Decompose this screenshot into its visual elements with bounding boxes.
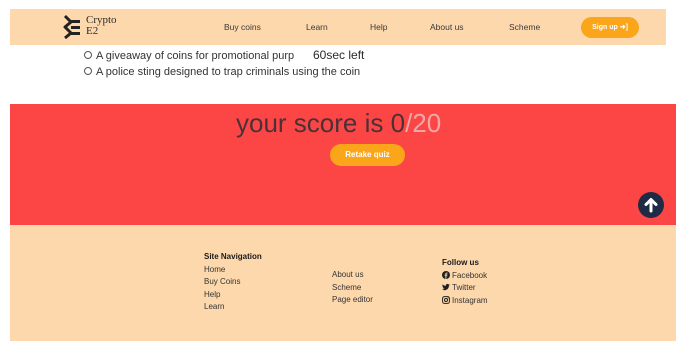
score-value: 0 (390, 108, 406, 138)
score-prefix: your score is (236, 108, 391, 138)
facebook-label: Facebook (452, 270, 488, 280)
twitter-icon (442, 283, 450, 291)
footer-link-facebook[interactable]: Facebook (442, 270, 488, 283)
footer-site-navigation: Site Navigation Home Buy Coins Help Lear… (204, 251, 262, 314)
top-navbar: Crypto E2 Buy coins Learn Help About us … (10, 9, 666, 45)
arrow-up-icon (644, 198, 658, 213)
score-heading: your score is 0/20 (236, 108, 441, 138)
footer-link-help[interactable]: Help (204, 289, 262, 302)
back-to-top-button[interactable] (638, 192, 664, 218)
quiz-option-label: A police sting designed to trap criminal… (96, 66, 361, 78)
page: Crypto E2 Buy coins Learn Help About us … (0, 0, 676, 341)
retake-quiz-button[interactable]: Retake quiz (330, 144, 405, 166)
score-total: /20 (405, 108, 442, 138)
nav-about-us[interactable]: About us (430, 22, 464, 32)
quiz-option[interactable]: A police sting designed to trap criminal… (84, 64, 360, 80)
facebook-icon (442, 270, 450, 279)
footer: Site Navigation Home Buy Coins Help Lear… (10, 225, 676, 341)
footer-site-navigation-title: Site Navigation (204, 252, 262, 261)
logo-line-2: E2 (86, 25, 99, 37)
quiz-option-label: A giveaway of coins for promotional purp (96, 50, 295, 62)
footer-link-about-us[interactable]: About us (332, 269, 373, 282)
nav-buy-coins[interactable]: Buy coins (224, 22, 261, 32)
footer-link-learn[interactable]: Learn (204, 301, 262, 314)
countdown-timer: 60sec left (312, 48, 365, 62)
footer-link-scheme[interactable]: Scheme (332, 282, 373, 295)
sign-up-button[interactable]: Sign up ➜] (581, 17, 639, 38)
score-section: your score is 0/20 Retake quiz (10, 104, 676, 225)
twitter-label: Twitter (452, 283, 476, 292)
radio-icon[interactable] (84, 51, 92, 59)
footer-link-home[interactable]: Home (204, 264, 262, 277)
footer-link-page-editor[interactable]: Page editor (332, 294, 373, 307)
instagram-label: Instagram (452, 295, 488, 305)
nav-help[interactable]: Help (370, 22, 387, 32)
logo[interactable]: Crypto E2 (62, 13, 122, 41)
footer-follow-us-title: Follow us (442, 258, 479, 267)
footer-link-twitter[interactable]: Twitter (442, 282, 488, 295)
footer-link-instagram[interactable]: Instagram (442, 295, 488, 308)
footer-link-buy-coins[interactable]: Buy Coins (204, 276, 262, 289)
radio-icon[interactable] (84, 67, 92, 75)
nav-scheme[interactable]: Scheme (509, 22, 540, 32)
footer-follow-us: Follow us Facebook Twitter Instagram (442, 257, 488, 307)
logo-mark-icon (63, 14, 80, 40)
logo-text: Crypto E2 (86, 15, 117, 37)
nav-learn[interactable]: Learn (306, 22, 328, 32)
instagram-icon (442, 295, 450, 304)
footer-more-links: About us Scheme Page editor (332, 269, 373, 307)
